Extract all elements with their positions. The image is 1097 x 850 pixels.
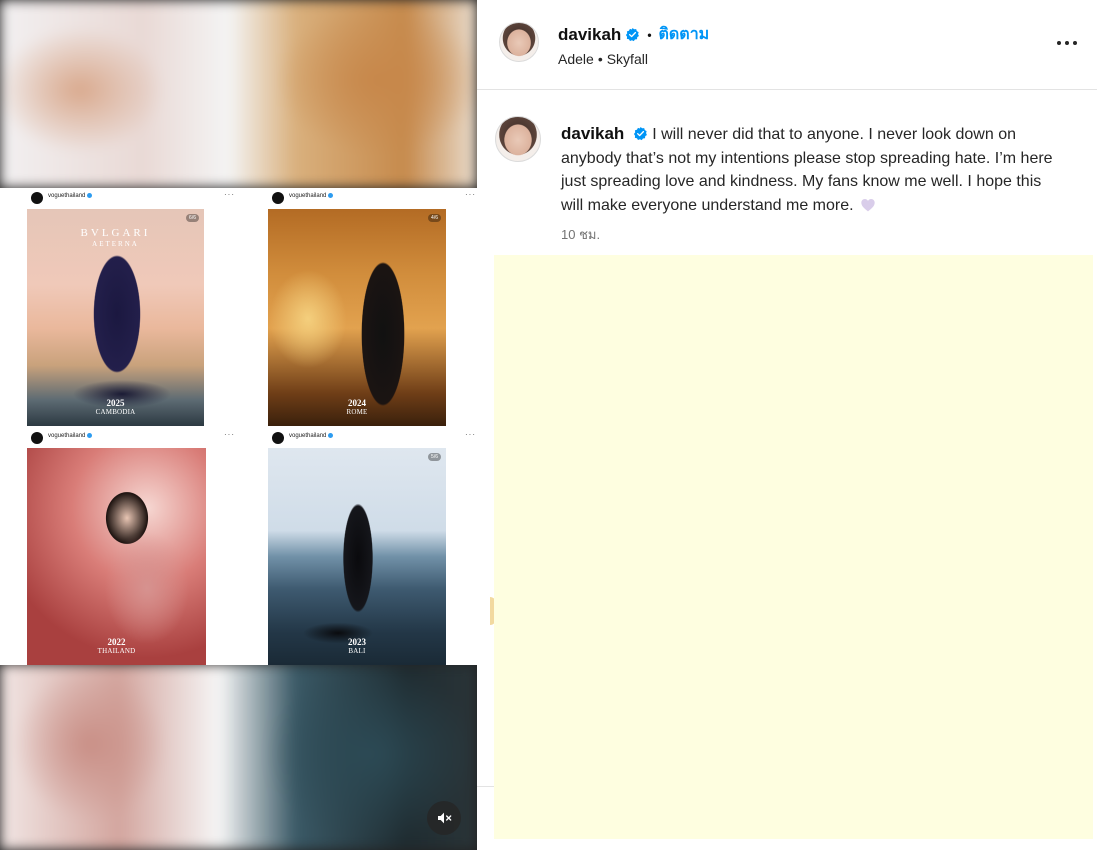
blurred-background-top	[0, 0, 477, 188]
collage-card: voguethailand ··· BVLGARI AETERNA 6/6 20…	[27, 188, 239, 426]
verified-badge-icon	[633, 126, 648, 141]
card-header: voguethailand ···	[268, 428, 477, 448]
photo-place: BALI	[348, 646, 366, 655]
verified-badge-icon	[328, 193, 334, 198]
author-row: davikah • ติดตาม	[558, 22, 709, 47]
verified-badge-icon	[87, 433, 93, 438]
card-username: voguethailand	[48, 193, 86, 200]
separator-dot: •	[647, 27, 652, 42]
audio-separator: •	[597, 51, 603, 67]
card-username: voguethailand	[289, 193, 327, 200]
speaker-muted-icon	[438, 812, 452, 824]
redaction-overlay	[494, 255, 1093, 839]
photo-place: CAMBODIA	[95, 407, 136, 416]
card-header: voguethailand ···	[268, 188, 477, 208]
author-username[interactable]: davikah	[558, 25, 621, 45]
photo-caption: 2023 BALI	[268, 637, 446, 655]
more-options-button[interactable]	[1057, 33, 1077, 53]
card-username-row: voguethailand	[289, 433, 334, 440]
collage-card: voguethailand ··· 4/6 2024 ROME	[268, 188, 477, 426]
brand-logo: BVLGARI	[80, 227, 151, 239]
photo-count-badge: 6/6	[186, 214, 199, 222]
photo-place: THAILAND	[97, 646, 136, 655]
divider	[477, 786, 494, 787]
brand-subtitle: AETERNA	[92, 240, 139, 248]
card-username: voguethailand	[289, 433, 327, 440]
post-media[interactable]: voguethailand ··· BVLGARI AETERNA 6/6 20…	[0, 0, 477, 850]
photo-place: ROME	[346, 407, 368, 416]
card-more-icon: ···	[465, 190, 476, 199]
photo-count-badge: 5/6	[428, 453, 441, 461]
purple-heart-icon	[861, 198, 875, 211]
photo-collage: voguethailand ··· BVLGARI AETERNA 6/6 20…	[0, 188, 477, 665]
photo-caption: 2025 CAMBODIA	[27, 398, 204, 416]
collage-card: voguethailand ··· 2022 THAILAND	[27, 428, 239, 666]
post-timestamp[interactable]: 10 ชม.	[561, 224, 600, 245]
more-options-dot	[1065, 41, 1069, 45]
card-avatar	[272, 432, 284, 444]
card-avatar	[31, 192, 43, 204]
card-photo: 4/6 2024 ROME	[268, 209, 446, 426]
more-options-icon	[1057, 41, 1061, 45]
caption-username[interactable]: davikah	[561, 124, 624, 143]
card-header: voguethailand ···	[27, 188, 239, 208]
card-more-icon: ···	[224, 430, 235, 439]
card-more-icon: ···	[224, 190, 235, 199]
card-username-row: voguethailand	[48, 433, 93, 440]
photo-caption: 2024 ROME	[268, 398, 446, 416]
verified-badge-icon	[328, 433, 334, 438]
card-avatar	[272, 192, 284, 204]
card-photo: BVLGARI AETERNA 6/6 2025 CAMBODIA	[27, 209, 204, 426]
card-photo: 2022 THAILAND	[27, 448, 206, 665]
card-photo: 5/6 2023 BALI	[268, 448, 446, 665]
collage-card: voguethailand ··· 5/6 2023 BALI	[268, 428, 477, 666]
card-avatar	[31, 432, 43, 444]
card-username-row: voguethailand	[289, 193, 334, 200]
mute-toggle-button[interactable]	[427, 801, 461, 835]
photo-count-badge: 4/6	[428, 214, 441, 222]
audio-track[interactable]: Skyfall	[607, 51, 648, 67]
photo-caption: 2022 THAILAND	[27, 637, 206, 655]
follow-button[interactable]: ติดตาม	[659, 22, 710, 47]
audio-artist[interactable]: Adele	[558, 51, 594, 67]
card-more-icon: ···	[465, 430, 476, 439]
post-header: davikah • ติดตาม Adele • Skyfall	[477, 0, 1097, 90]
audio-attribution[interactable]: Adele • Skyfall	[558, 51, 648, 67]
author-avatar[interactable]	[499, 22, 539, 62]
verified-badge-icon	[87, 193, 93, 198]
verified-badge-icon	[625, 27, 640, 42]
card-header: voguethailand ···	[27, 428, 239, 448]
card-username: voguethailand	[48, 433, 86, 440]
post-side-panel: davikah • ติดตาม Adele•Skyfall davikah	[477, 0, 1097, 850]
caption-text: davikah I will never did that to anyone.…	[561, 122, 1066, 217]
more-options-dot	[1073, 41, 1077, 45]
blurred-background-bottom	[0, 664, 477, 850]
caption-avatar[interactable]	[495, 116, 541, 162]
card-username-row: voguethailand	[48, 193, 93, 200]
